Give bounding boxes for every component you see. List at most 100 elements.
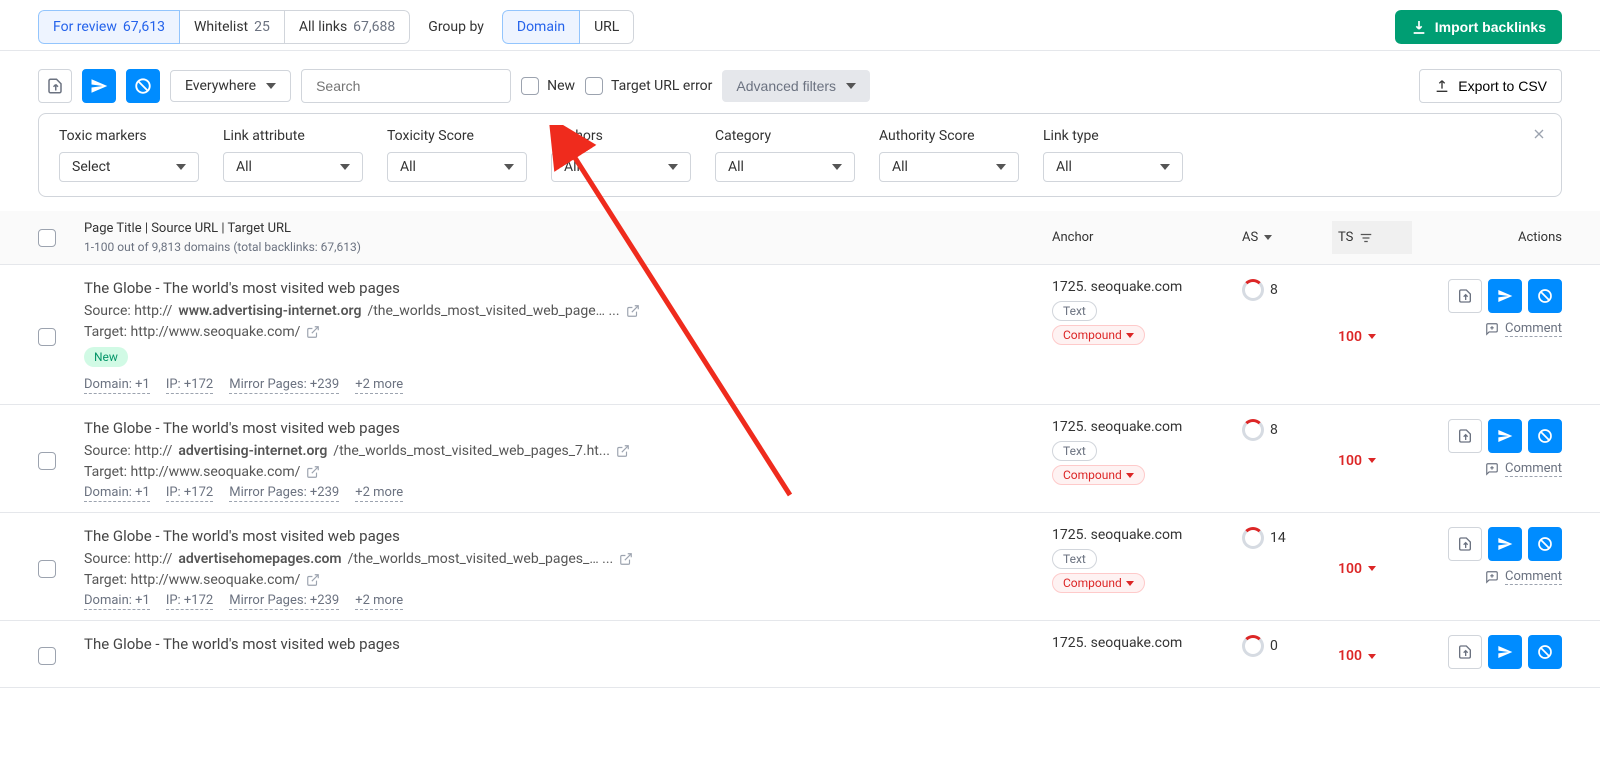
column-ts[interactable]: TS — [1332, 221, 1412, 254]
marker-ip[interactable]: IP: +172 — [166, 485, 213, 502]
marker-domain[interactable]: Domain: +1 — [84, 485, 150, 502]
row-toxicity-score[interactable]: 100 — [1338, 329, 1376, 345]
row-send-button[interactable] — [1488, 635, 1522, 669]
filter-authority-score-select[interactable]: All — [879, 152, 1019, 182]
row-disavow-button[interactable] — [1528, 279, 1562, 313]
external-link-icon[interactable] — [626, 304, 640, 318]
external-link-icon[interactable] — [306, 465, 320, 479]
chevron-down-icon — [846, 83, 856, 89]
row-comment-button[interactable]: Comment — [1412, 321, 1562, 337]
block-icon — [134, 77, 152, 95]
export-selection-button[interactable] — [38, 69, 72, 103]
external-link-icon[interactable] — [306, 573, 320, 587]
row-checkbox[interactable] — [38, 328, 56, 346]
column-as[interactable]: AS — [1242, 230, 1332, 245]
chevron-down-icon — [1368, 654, 1376, 659]
row-checkbox[interactable] — [38, 452, 56, 470]
row-disavow-button[interactable] — [1528, 635, 1562, 669]
row-comment-button[interactable]: Comment — [1412, 461, 1562, 477]
filter-label: Toxicity Score — [387, 128, 527, 144]
gauge-icon — [1242, 527, 1264, 549]
chip-text: Text — [1052, 301, 1097, 321]
marker-domain[interactable]: Domain: +1 — [84, 377, 150, 394]
search-field[interactable] — [301, 69, 511, 103]
external-link-icon[interactable] — [619, 552, 633, 566]
filter-label: Anchors — [551, 128, 691, 144]
scope-select[interactable]: Everywhere — [170, 70, 291, 102]
filter-value: All — [564, 159, 580, 175]
row-target-url[interactable]: Target: http://www.seoquake.com/ — [84, 324, 1046, 340]
chip-compound[interactable]: Compound — [1052, 573, 1145, 593]
row-source-url[interactable]: Source: http://advertisehomepages.com/th… — [84, 551, 1046, 567]
tab-whitelist-count: 25 — [254, 19, 270, 35]
row-target-url[interactable]: Target: http://www.seoquake.com/ — [84, 464, 1046, 480]
send-icon — [1497, 644, 1513, 660]
marker-ip[interactable]: IP: +172 — [166, 377, 213, 394]
row-toxicity-score[interactable]: 100 — [1338, 453, 1376, 469]
export-csv-button[interactable]: Export to CSV — [1419, 69, 1562, 103]
send-button[interactable] — [82, 69, 116, 103]
tab-for-review[interactable]: For review 67,613 — [38, 10, 180, 44]
group-by-domain[interactable]: Domain — [502, 10, 580, 44]
filter-link-type-select[interactable]: All — [1043, 152, 1183, 182]
advanced-filters-button[interactable]: Advanced filters — [722, 70, 870, 102]
column-page-title-label: Page Title | Source URL | Target URL — [84, 221, 1046, 236]
row-send-button[interactable] — [1488, 527, 1522, 561]
tab-whitelist[interactable]: Whitelist 25 — [180, 10, 285, 44]
filter-toxic-markers-select[interactable]: Select — [59, 152, 199, 182]
import-backlinks-button[interactable]: Import backlinks — [1395, 10, 1562, 44]
close-filters-button[interactable] — [1531, 126, 1547, 147]
block-icon — [1537, 644, 1553, 660]
chip-text: Text — [1052, 549, 1097, 569]
marker-mirror[interactable]: Mirror Pages: +239 — [229, 377, 339, 394]
marker-domain[interactable]: Domain: +1 — [84, 593, 150, 610]
row-export-button[interactable] — [1448, 279, 1482, 313]
search-input[interactable] — [312, 74, 501, 98]
marker-more[interactable]: +2 more — [355, 593, 403, 610]
column-anchor[interactable]: Anchor — [1052, 230, 1242, 245]
row-disavow-button[interactable] — [1528, 527, 1562, 561]
group-by-url[interactable]: URL — [580, 10, 634, 44]
chevron-down-icon — [1160, 164, 1170, 170]
filter-link-attribute-select[interactable]: All — [223, 152, 363, 182]
marker-more[interactable]: +2 more — [355, 377, 403, 394]
row-export-button[interactable] — [1448, 635, 1482, 669]
marker-mirror[interactable]: Mirror Pages: +239 — [229, 593, 339, 610]
filter-authority-score: Authority Score All — [879, 128, 1019, 182]
row-comment-button[interactable]: Comment — [1412, 569, 1562, 585]
filter-target-error-checkbox[interactable]: Target URL error — [585, 77, 712, 95]
row-export-button[interactable] — [1448, 527, 1482, 561]
chip-compound[interactable]: Compound — [1052, 325, 1145, 345]
row-toxicity-score[interactable]: 100 — [1338, 561, 1376, 577]
row-anchor-text: 1725. seoquake.com — [1052, 635, 1242, 651]
scope-select-value: Everywhere — [185, 78, 256, 94]
row-disavow-button[interactable] — [1528, 419, 1562, 453]
disavow-button[interactable] — [126, 69, 160, 103]
external-link-icon[interactable] — [306, 325, 320, 339]
row-source-url[interactable]: Source: http://www.advertising-internet.… — [84, 303, 1046, 319]
filter-toxicity-score-select[interactable]: All — [387, 152, 527, 182]
filter-anchors: Anchors All — [551, 128, 691, 182]
row-export-button[interactable] — [1448, 419, 1482, 453]
external-link-icon[interactable] — [616, 444, 630, 458]
row-source-url[interactable]: Source: http://advertising-internet.org/… — [84, 443, 1046, 459]
row-send-button[interactable] — [1488, 279, 1522, 313]
chevron-down-icon — [996, 164, 1006, 170]
marker-more[interactable]: +2 more — [355, 485, 403, 502]
marker-ip[interactable]: IP: +172 — [166, 593, 213, 610]
row-checkbox[interactable] — [38, 560, 56, 578]
row-target-url[interactable]: Target: http://www.seoquake.com/ — [84, 572, 1046, 588]
select-all-checkbox[interactable] — [38, 229, 56, 247]
chevron-down-icon — [1126, 581, 1134, 586]
filter-category-select[interactable]: All — [715, 152, 855, 182]
filter-new-checkbox[interactable]: New — [521, 77, 575, 95]
filter-anchors-select[interactable]: All — [551, 152, 691, 182]
row-checkbox[interactable] — [38, 647, 56, 665]
row-toxicity-score[interactable]: 100 — [1338, 648, 1376, 664]
chevron-down-icon — [1368, 566, 1376, 571]
chip-compound[interactable]: Compound — [1052, 465, 1145, 485]
row-send-button[interactable] — [1488, 419, 1522, 453]
filter-value: All — [728, 159, 744, 175]
marker-mirror[interactable]: Mirror Pages: +239 — [229, 485, 339, 502]
tab-all-links[interactable]: All links 67,688 — [285, 10, 410, 44]
